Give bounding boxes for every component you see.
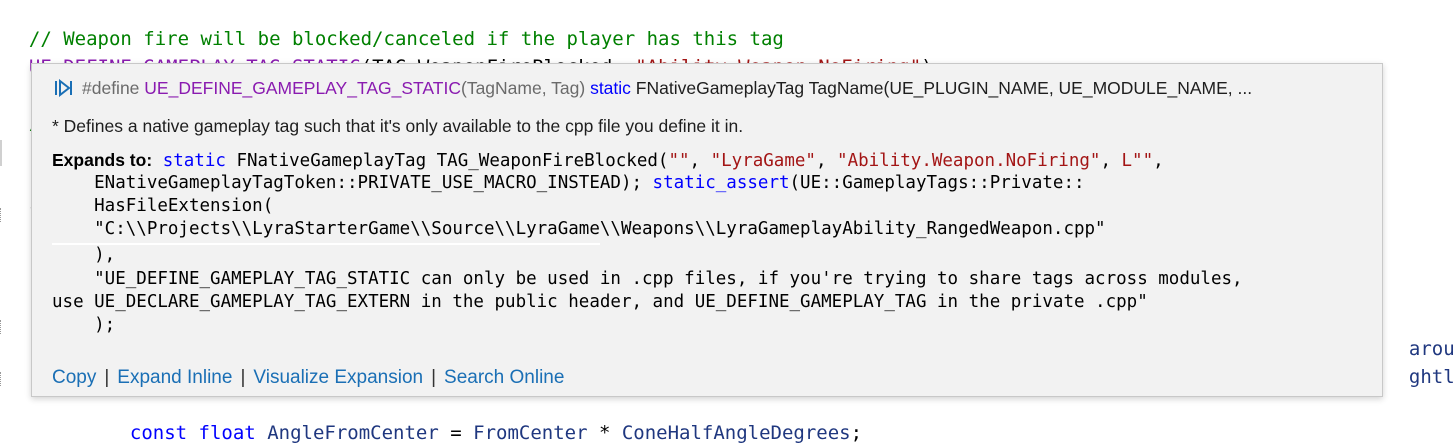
fold-guide <box>0 320 5 334</box>
expand-inline-link[interactable]: Expand Inline <box>117 367 232 388</box>
expansion-line: "UE_DEFINE_GAMEPLAY_TAG_STATIC can only … <box>52 269 1243 289</box>
tooltip-actions: Copy | Expand Inline | Visualize Expansion | S… <box>52 367 564 389</box>
gutter-marker <box>0 140 2 166</box>
macro-description: * Defines a native gameplay tag such tha… <box>52 116 744 136</box>
separator: | <box>431 367 437 388</box>
expansion-line: HasFileExtension( <box>52 196 274 216</box>
search-online-link[interactable]: Search Online <box>444 367 564 388</box>
expansion-line: ); <box>52 315 116 335</box>
separator: | <box>104 367 110 388</box>
expansion-line: "C:\\Projects\\LyraStarterGame\\Source\\… <box>52 219 1106 239</box>
expansion-line: ENativeGameplayTagToken::PRIVATE_USE_MAC… <box>52 173 1085 193</box>
separator: | <box>240 367 246 388</box>
macro-signature: #define UE_DEFINE_GAMEPLAY_TAG_STATIC(Ta… <box>54 78 1252 102</box>
expansion-line: use UE_DECLARE_GAMEPLAY_TAG_EXTERN in th… <box>52 292 1148 312</box>
macro-quickinfo-tooltip: #define UE_DEFINE_GAMEPLAY_TAG_STATIC(Ta… <box>31 63 1383 397</box>
code-line-angle: const float AngleFromCenter = FromCenter… <box>129 422 863 444</box>
expansion-line: Expands to: static FNativeGameplayTag TA… <box>52 150 1164 171</box>
code-fragment: ghtly a <box>1408 366 1454 388</box>
fold-guide <box>0 372 5 386</box>
fold-guide <box>0 208 5 222</box>
expansion-line: ), <box>52 245 116 265</box>
expands-label: Expands to: <box>52 150 153 170</box>
copy-link[interactable]: Copy <box>52 367 96 388</box>
macro-icon <box>54 78 74 102</box>
divider <box>52 243 600 245</box>
visualize-expansion-link[interactable]: Visualize Expansion <box>253 367 423 388</box>
